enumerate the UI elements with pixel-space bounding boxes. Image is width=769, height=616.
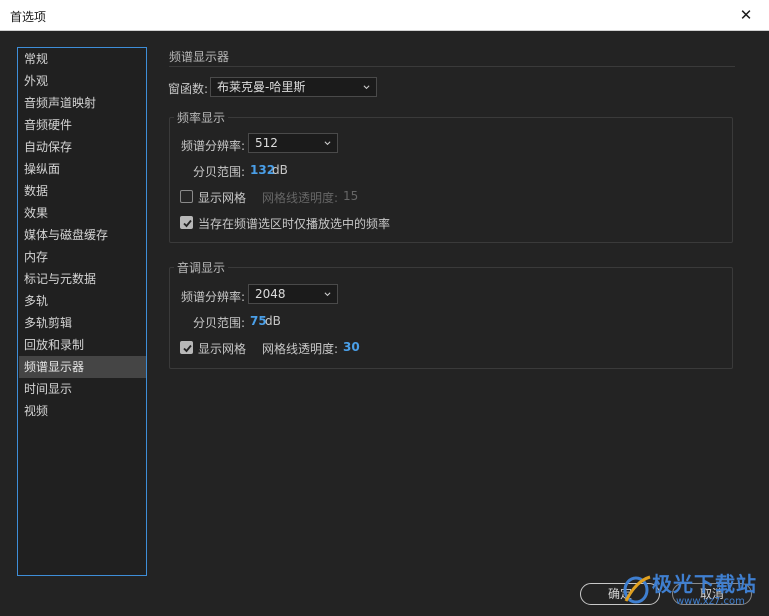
window-function-value: 布莱克曼-哈里斯: [217, 80, 306, 94]
sidebar-item-appearance[interactable]: 外观: [19, 70, 146, 92]
sidebar-item-video[interactable]: 视频: [19, 400, 146, 422]
sidebar-item-audio-hardware[interactable]: 音频硬件: [19, 114, 146, 136]
checkmark-icon: [183, 344, 192, 353]
window-function-label: 窗函数:: [168, 82, 209, 96]
category-list: 常规 外观 音频声道映射 音频硬件 自动保存 操纵面 数据 效果 媒体与磁盘缓存…: [17, 47, 147, 576]
frequency-db-range-label: 分贝范围:: [193, 165, 246, 179]
sidebar-item-media-cache[interactable]: 媒体与磁盘缓存: [19, 224, 146, 246]
sidebar-item-effects[interactable]: 效果: [19, 202, 146, 224]
pitch-show-grid-checkbox[interactable]: [180, 341, 193, 354]
frequency-grid-opacity-value: 15: [343, 189, 359, 203]
frequency-db-range-unit: dB: [272, 163, 288, 177]
pitch-resolution-value: 2048: [255, 287, 286, 301]
sidebar-item-memory[interactable]: 内存: [19, 246, 146, 268]
frequency-display-title: 频率显示: [174, 109, 229, 126]
frequency-resolution-value: 512: [255, 136, 278, 150]
frequency-resolution-label: 频谱分辨率:: [181, 139, 246, 153]
play-selection-only-label: 当存在频谱选区时仅播放选中的频率: [198, 217, 391, 231]
frequency-show-grid-checkbox[interactable]: [180, 190, 193, 203]
pitch-db-range-unit: dB: [265, 314, 281, 328]
sidebar-item-time-display[interactable]: 时间显示: [19, 378, 146, 400]
title-bar: 首选项 ✕: [0, 0, 769, 31]
close-icon[interactable]: ✕: [723, 0, 769, 30]
window-title: 首选项: [10, 10, 47, 24]
pitch-display-title: 音调显示: [174, 259, 229, 276]
pitch-show-grid-label: 显示网格: [198, 342, 247, 356]
frequency-resolution-dropdown[interactable]: 512: [248, 133, 338, 153]
window-function-dropdown[interactable]: 布莱克曼-哈里斯: [210, 77, 377, 97]
sidebar-item-markers-metadata[interactable]: 标记与元数据: [19, 268, 146, 290]
sidebar-item-playback-recording[interactable]: 回放和录制: [19, 334, 146, 356]
play-selection-only-checkbox[interactable]: [180, 216, 193, 229]
chevron-down-icon: [363, 85, 370, 90]
frequency-grid-opacity-label: 网格线透明度:: [262, 191, 339, 205]
section-divider: [169, 66, 735, 67]
watermark-url: www.xz7.com: [676, 596, 745, 607]
pitch-db-range-label: 分贝范围:: [193, 316, 246, 330]
sidebar-item-control-surface[interactable]: 操纵面: [19, 158, 146, 180]
sidebar-item-spectral-display[interactable]: 频谱显示器: [19, 356, 146, 378]
sidebar-item-multitrack[interactable]: 多轨: [19, 290, 146, 312]
sidebar-item-auto-save[interactable]: 自动保存: [19, 136, 146, 158]
chevron-down-icon: [324, 141, 331, 146]
pitch-grid-opacity-value[interactable]: 30: [343, 340, 360, 354]
section-title: 频谱显示器: [169, 50, 230, 64]
pitch-resolution-dropdown[interactable]: 2048: [248, 284, 338, 304]
sidebar-item-multitrack-clips[interactable]: 多轨剪辑: [19, 312, 146, 334]
frequency-show-grid-label: 显示网格: [198, 191, 247, 205]
sidebar-item-data[interactable]: 数据: [19, 180, 146, 202]
chevron-down-icon: [324, 292, 331, 297]
pitch-resolution-label: 频谱分辨率:: [181, 290, 246, 304]
sidebar-item-general[interactable]: 常规: [19, 48, 146, 70]
sidebar-item-audio-channel-mapping[interactable]: 音频声道映射: [19, 92, 146, 114]
pitch-grid-opacity-label: 网格线透明度:: [262, 342, 339, 356]
watermark-text: 极光下载站: [652, 572, 757, 596]
checkmark-icon: [183, 219, 192, 228]
